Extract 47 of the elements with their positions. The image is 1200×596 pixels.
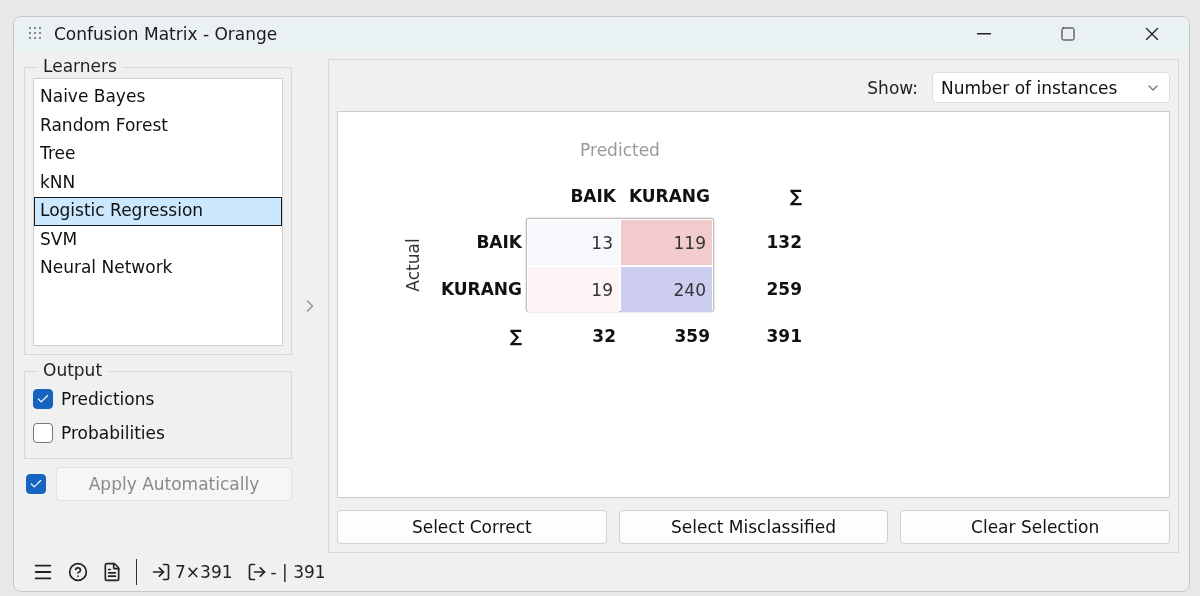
maximize-icon [1060, 26, 1076, 42]
matrix-cell[interactable]: 13 [528, 220, 619, 265]
row-header: KURANG [440, 278, 523, 299]
matrix-cell[interactable]: 240 [621, 267, 712, 312]
sum-header: ∑ [509, 325, 523, 346]
matrix-cell[interactable]: 19 [528, 267, 619, 312]
action-button[interactable]: Clear Selection [900, 510, 1170, 544]
column-header: BAIK [570, 186, 617, 206]
sum-header: ∑ [789, 186, 803, 206]
checkbox[interactable] [26, 474, 46, 494]
column-total: 359 [674, 325, 711, 346]
column-total: 32 [592, 325, 617, 346]
minimize-icon [977, 33, 991, 35]
axis-label: Predicted [580, 140, 660, 160]
output-summary: - | 391 [270, 562, 326, 582]
checkbox[interactable] [33, 389, 53, 409]
row-total: 259 [766, 278, 803, 299]
check-icon [29, 477, 43, 491]
report-icon[interactable] [102, 562, 122, 582]
show-label: Show: [867, 77, 918, 98]
matrix-cell[interactable]: 119 [621, 220, 712, 265]
column-header: KURANG [628, 186, 711, 206]
checkbox-label: Predictions [61, 389, 155, 409]
check-icon [36, 392, 50, 406]
input-summary: 7×391 [175, 562, 233, 582]
help-icon[interactable] [68, 562, 88, 582]
checkbox[interactable] [33, 423, 53, 443]
output-icon [246, 562, 267, 582]
window-title: Confusion Matrix - Orange [54, 24, 279, 44]
row-header: BAIK [476, 231, 523, 252]
input-icon [151, 562, 171, 582]
list-item[interactable]: Tree [34, 140, 282, 169]
action-button[interactable]: Select Misclassified [618, 510, 889, 544]
list-item[interactable]: Neural Network [34, 254, 282, 283]
action-button[interactable]: Select Correct [337, 510, 607, 544]
list-item[interactable]: Naive Bayes [34, 83, 282, 112]
checkbox-label: Probabilities [61, 423, 165, 443]
row-total: 132 [766, 231, 803, 252]
axis-label: Actual [403, 238, 423, 292]
list-item[interactable]: kNN [34, 168, 282, 197]
list-item[interactable]: Logistic Regression [34, 197, 282, 226]
list-item[interactable]: Random Forest [34, 111, 282, 140]
grand-total: 391 [766, 325, 803, 346]
app-icon [28, 26, 44, 42]
list-item[interactable]: SVM [34, 225, 282, 254]
group-title: Output [37, 360, 109, 380]
show-dropdown[interactable]: Number of instances [932, 72, 1170, 103]
